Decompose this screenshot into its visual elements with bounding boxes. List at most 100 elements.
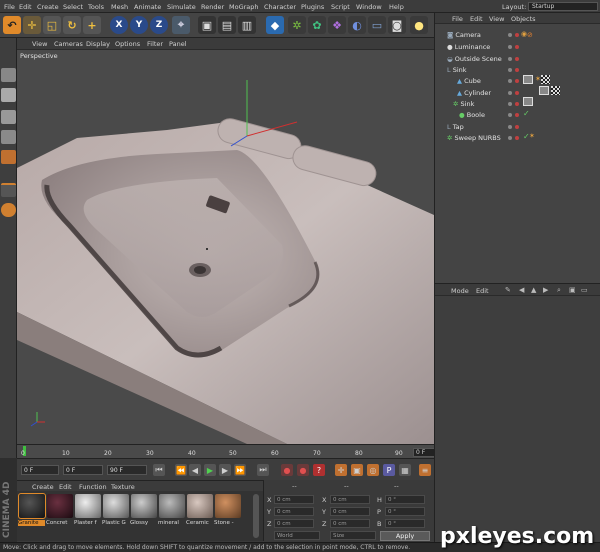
- visibility-dot[interactable]: [508, 91, 512, 95]
- render-dot[interactable]: [515, 79, 519, 83]
- object-menu-edit[interactable]: Edit: [470, 15, 483, 23]
- menu-script[interactable]: Script: [331, 3, 350, 11]
- scale-key-icon[interactable]: ▣: [351, 464, 363, 476]
- search-icon[interactable]: ⌕: [557, 286, 561, 295]
- back-arrow-icon[interactable]: ◀: [519, 286, 524, 294]
- material-swatch[interactable]: [103, 494, 129, 518]
- object-menu-file[interactable]: File: [452, 15, 463, 23]
- size-z-field[interactable]: 0 cm: [330, 519, 370, 528]
- material-swatch[interactable]: [75, 494, 101, 518]
- menu-render[interactable]: Render: [201, 3, 224, 11]
- render-dot[interactable]: [515, 68, 519, 72]
- menu-plugins[interactable]: Plugins: [301, 3, 324, 11]
- material-tag-icon[interactable]: [523, 97, 533, 106]
- points-mode-icon[interactable]: [1, 110, 16, 124]
- perspective-viewport[interactable]: Perspective: [17, 50, 434, 444]
- menu-help[interactable]: Help: [389, 3, 404, 11]
- move-tool-icon[interactable]: ✛: [23, 16, 41, 34]
- checker-tag-icon[interactable]: [551, 86, 560, 95]
- menu-animate[interactable]: Animate: [134, 3, 161, 11]
- next-key-icon[interactable]: ⏩: [234, 464, 246, 476]
- render-dot[interactable]: [515, 33, 519, 37]
- check-icon[interactable]: ✓: [523, 109, 530, 118]
- render-picture-viewer-icon[interactable]: ▤: [218, 16, 236, 34]
- menu-mograph[interactable]: MoGraph: [229, 3, 259, 11]
- visibility-dot[interactable]: [508, 102, 512, 106]
- axis-x-button[interactable]: X: [110, 16, 128, 34]
- render-dot[interactable]: [515, 102, 519, 106]
- scale-mode-select[interactable]: Size: [330, 531, 376, 540]
- viewport-menu-cameras[interactable]: Cameras: [54, 40, 83, 48]
- add-tool-icon[interactable]: +: [83, 16, 101, 34]
- render-settings-icon[interactable]: ▥: [238, 16, 256, 34]
- object-menu-view[interactable]: View: [489, 15, 504, 23]
- scene-object-icon[interactable]: ◐: [348, 16, 366, 34]
- object-row-outside-scene[interactable]: ◒ Outside Scene: [447, 55, 502, 63]
- texture-tag-icon[interactable]: ✶: [535, 75, 541, 83]
- render-dot[interactable]: [515, 57, 519, 61]
- position-z-field[interactable]: 0 cm: [274, 519, 314, 528]
- current-frame-field[interactable]: 0 F: [21, 465, 59, 475]
- object-row-tap[interactable]: L Tap: [447, 123, 464, 131]
- model-mode-icon[interactable]: [1, 68, 16, 82]
- coordinate-mode-select[interactable]: World: [274, 531, 320, 540]
- object-row-sink-child[interactable]: ✲ Sink: [453, 100, 474, 108]
- menu-edit[interactable]: Edit: [19, 3, 32, 11]
- material-swatch[interactable]: [18, 493, 46, 519]
- material-tag-icon[interactable]: [523, 75, 533, 84]
- axis-z-button[interactable]: Z: [150, 16, 168, 34]
- visibility-dot[interactable]: [508, 125, 512, 129]
- rotation-h-field[interactable]: 0 °: [385, 495, 425, 504]
- material-swatch[interactable]: [159, 494, 185, 518]
- up-arrow-icon[interactable]: ▲: [531, 286, 536, 294]
- material-menu-create[interactable]: Create: [32, 483, 54, 491]
- max-frame-field[interactable]: 90 F: [107, 465, 147, 475]
- keyframe-selection-icon[interactable]: ?: [313, 464, 325, 476]
- texture-mode-icon[interactable]: [1, 88, 16, 102]
- rotation-b-field[interactable]: 0 °: [385, 519, 425, 528]
- visibility-dot[interactable]: [508, 113, 512, 117]
- object-row-cylinder[interactable]: ▲ Cylinder: [457, 89, 491, 97]
- material-menu-function[interactable]: Function: [79, 483, 107, 491]
- viewport-menu-display[interactable]: Display: [86, 40, 110, 48]
- object-menu-objects[interactable]: Objects: [511, 15, 536, 23]
- camera-icon[interactable]: ◙: [388, 16, 406, 34]
- render-dot[interactable]: [515, 113, 519, 117]
- object-row-cube[interactable]: ▲ Cube: [457, 77, 481, 85]
- size-x-field[interactable]: 0 cm: [330, 495, 370, 504]
- step-back-icon[interactable]: ◀: [189, 464, 201, 476]
- material-swatch[interactable]: [131, 494, 157, 518]
- material-swatch[interactable]: [187, 494, 213, 518]
- object-row-camera[interactable]: ◙ Camera: [447, 31, 481, 39]
- menu-simulate[interactable]: Simulate: [167, 3, 196, 11]
- pla-key-icon[interactable]: ▦: [399, 464, 411, 476]
- scale-tool-icon[interactable]: ◱: [43, 16, 61, 34]
- attribute-menu-mode[interactable]: Mode: [451, 287, 469, 295]
- viewport-menu-options[interactable]: Options: [115, 40, 140, 48]
- apply-button[interactable]: Apply: [380, 531, 430, 541]
- autokey-icon[interactable]: ●: [297, 464, 309, 476]
- position-key-icon[interactable]: ✛: [335, 464, 347, 476]
- axis-y-button[interactable]: Y: [130, 16, 148, 34]
- step-forward-icon[interactable]: ▶: [219, 464, 231, 476]
- visibility-dot[interactable]: [508, 45, 512, 49]
- render-view-icon[interactable]: ▣: [198, 16, 216, 34]
- menu-character[interactable]: Character: [264, 3, 296, 11]
- material-scrollbar[interactable]: [253, 494, 259, 538]
- render-dot[interactable]: [515, 125, 519, 129]
- nurbs-icon[interactable]: ✲: [288, 16, 306, 34]
- floor-icon[interactable]: ▭: [368, 16, 386, 34]
- menu-file[interactable]: File: [4, 3, 15, 11]
- material-menu-edit[interactable]: Edit: [59, 483, 72, 491]
- object-row-sweep-nurbs[interactable]: ✲ Sweep NURBS: [447, 134, 501, 142]
- goto-end-icon[interactable]: ⏭: [257, 464, 269, 476]
- viewport-menu-panel[interactable]: Panel: [169, 40, 187, 48]
- protection-tag-icon[interactable]: ⊘: [527, 31, 533, 39]
- visibility-dot[interactable]: [508, 68, 512, 72]
- lock-icon[interactable]: ▣: [569, 286, 576, 294]
- rotation-key-icon[interactable]: ◎: [367, 464, 379, 476]
- menu-select[interactable]: Select: [63, 3, 83, 11]
- deformer-icon[interactable]: ❖: [328, 16, 346, 34]
- object-row-luminance[interactable]: ● Luminance: [447, 43, 490, 51]
- menu-mesh[interactable]: Mesh: [111, 3, 128, 11]
